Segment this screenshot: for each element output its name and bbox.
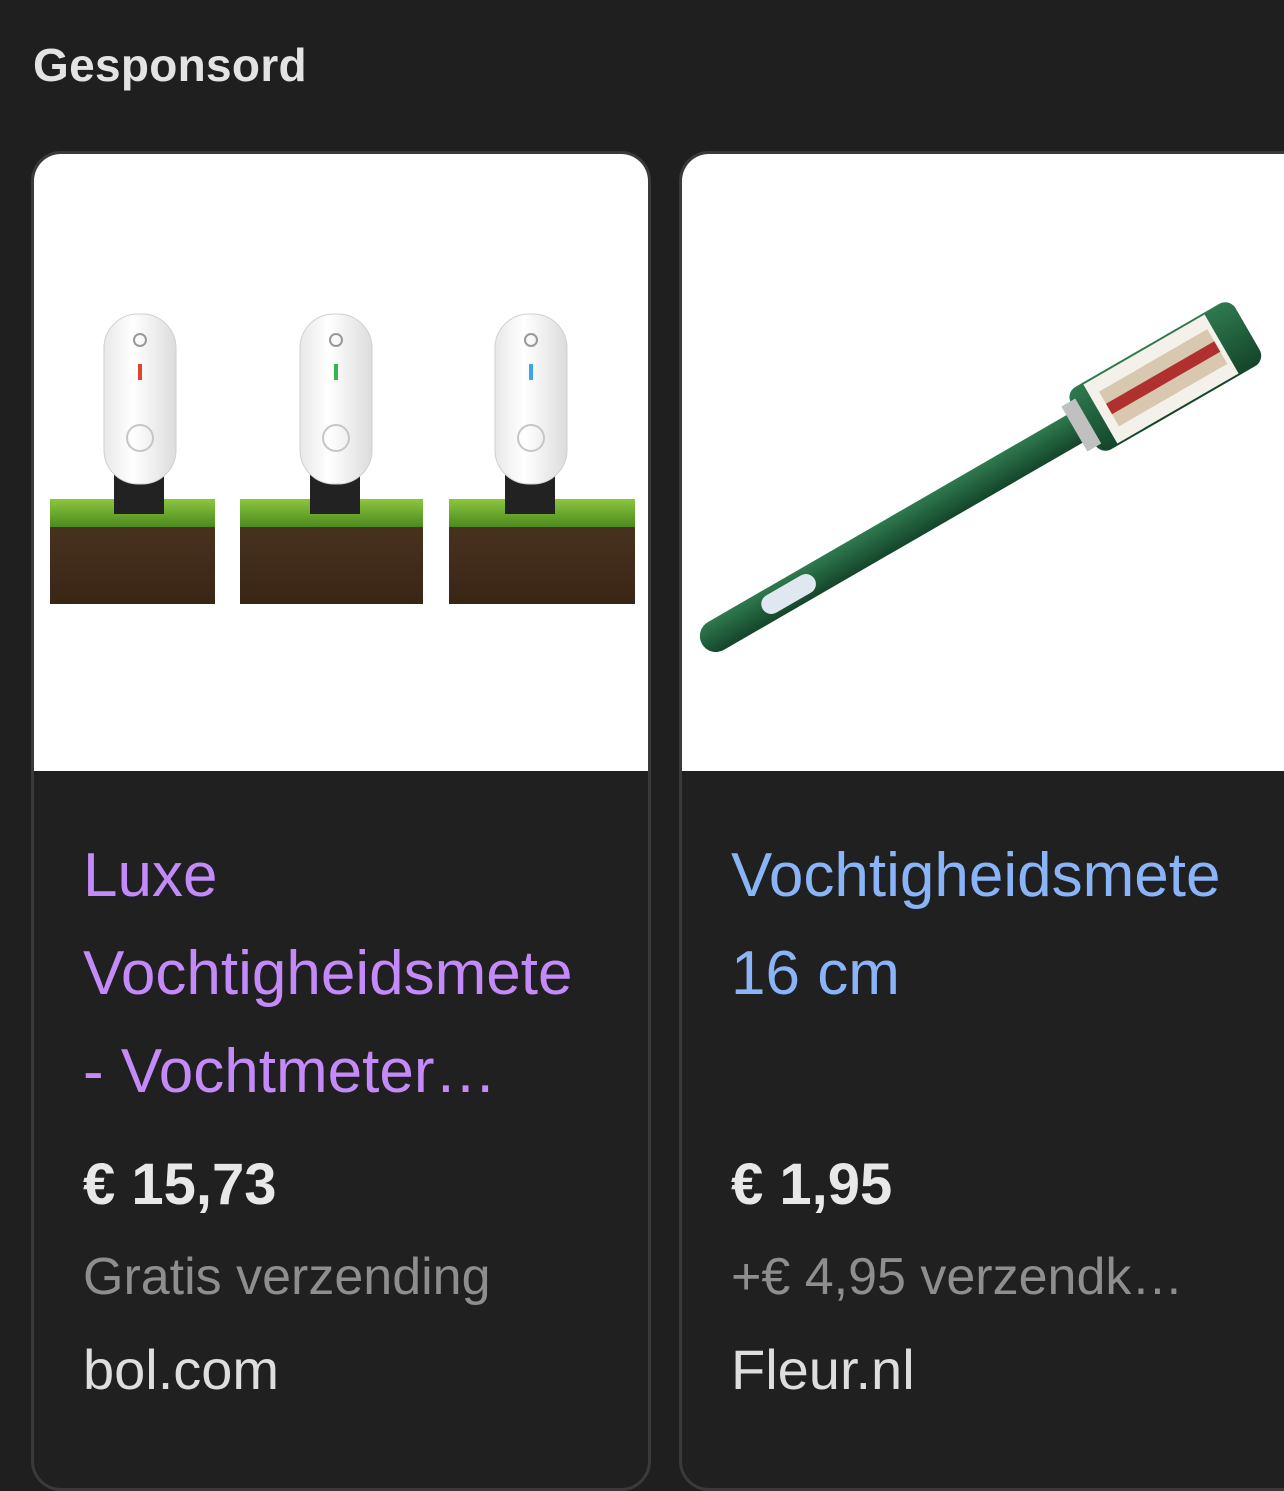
product-image-1[interactable] bbox=[34, 154, 648, 771]
moisture-meter-probe-image bbox=[699, 302, 1262, 652]
product-price-2: € 1,95 bbox=[731, 1152, 893, 1217]
product-seller-1: bol.com bbox=[83, 1338, 280, 1401]
product-card-1[interactable]: Luxe Vochtigheidsmete - Vochtmeter… € 15… bbox=[31, 151, 651, 1491]
product-seller-2: Fleur.nl bbox=[731, 1338, 915, 1401]
product-image-2[interactable] bbox=[682, 154, 1284, 771]
product-title-1[interactable]: Luxe Vochtigheidsmete - Vochtmeter… bbox=[83, 827, 643, 1121]
product-title-2[interactable]: Vochtigheidsmete 16 cm bbox=[731, 827, 1284, 1023]
product-price-1: € 15,73 bbox=[83, 1152, 277, 1217]
soil-moisture-sensor-image bbox=[50, 313, 635, 604]
sponsored-label: Gesponsord bbox=[33, 39, 307, 91]
product-card-2[interactable]: Vochtigheidsmete 16 cm € 1,95 +€ 4,95 ve… bbox=[679, 151, 1284, 1491]
product-shipping-2: +€ 4,95 verzendk… bbox=[731, 1248, 1184, 1306]
product-shipping-1: Gratis verzending bbox=[83, 1248, 491, 1306]
